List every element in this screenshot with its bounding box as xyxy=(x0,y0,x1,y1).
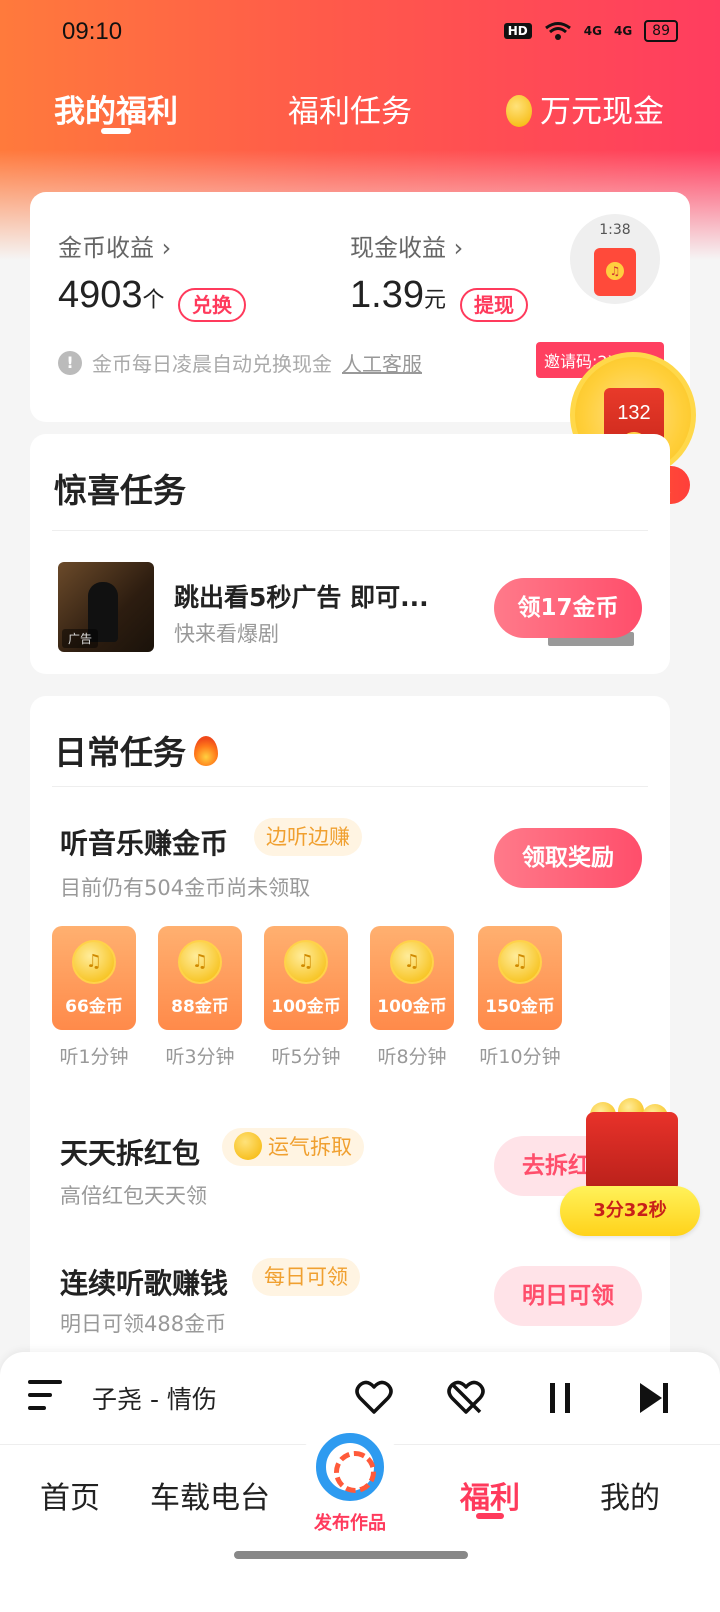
next-icon[interactable] xyxy=(632,1376,676,1420)
wifi-icon xyxy=(544,22,571,40)
reward-amount: 100金币 xyxy=(271,997,341,1017)
reward-tile-2[interactable]: ♫ 88金币 xyxy=(158,926,242,1030)
customer-service-link[interactable]: 人工客服 xyxy=(342,348,422,377)
redpack-task-tag: 运气拆取 xyxy=(222,1128,364,1166)
status-icons: HD 4G 4G 89 xyxy=(503,20,678,42)
nav-home[interactable]: 首页 xyxy=(40,1473,100,1517)
daily-tasks-card: 日常任务 听音乐赚金币 边听边赚 目前仍有504金币尚未领取 领取奖励 ♫ 66金… xyxy=(30,696,670,1376)
reward-tile-4[interactable]: ♫ 100金币 xyxy=(370,926,454,1030)
treasure-chest[interactable]: 3分32秒 xyxy=(560,1098,700,1240)
reward-amount: 150金币 xyxy=(485,997,555,1017)
nav-welfare[interactable]: 福利 xyxy=(460,1473,520,1517)
divider xyxy=(52,530,648,531)
withdraw-button[interactable]: 提现 xyxy=(460,288,528,322)
nav-active-indicator xyxy=(476,1513,504,1519)
reward-amount: 100金币 xyxy=(377,997,447,1017)
tomorrow-claim-button[interactable]: 明日可领 xyxy=(494,1266,642,1326)
reward-time: 听1分钟 xyxy=(59,1046,129,1068)
chest-icon xyxy=(586,1112,678,1192)
surprise-tasks-card: 惊喜任务 广告 跳出看5秒广告 即可... 快来看爆剧 领17金币 xyxy=(30,434,670,674)
home-indicator[interactable] xyxy=(234,1551,468,1559)
publish-label: 发布作品 xyxy=(314,1513,386,1534)
reward-tile-1[interactable]: ♫ 66金币 xyxy=(52,926,136,1030)
exchange-note: ! 金币每日凌晨自动兑换现金 人工客服 xyxy=(58,348,422,377)
bottom-nav: 首页 车载电台 发布作品 福利 我的 xyxy=(0,1427,720,1612)
tab-active-indicator xyxy=(101,128,131,134)
status-bar: 09:10 HD 4G 4G 89 xyxy=(0,0,720,64)
claim-17-coins-button[interactable]: 领17金币 xyxy=(494,578,642,638)
redpack-tag-text: 运气拆取 xyxy=(268,1135,352,1159)
cash-earnings-link[interactable]: 现金收益 › xyxy=(350,228,463,263)
nav-mine[interactable]: 我的 xyxy=(600,1473,660,1517)
tab-cash[interactable]: 万元现金 xyxy=(506,86,664,131)
exchange-button[interactable]: 兑换 xyxy=(178,288,246,322)
reward-tile-3[interactable]: ♫ 100金币 xyxy=(264,926,348,1030)
info-icon: ! xyxy=(58,350,82,375)
redpack-task-sub: 高倍红包天天领 xyxy=(60,1184,207,1208)
music-task-tag: 边听边赚 xyxy=(254,818,362,856)
lifebuoy-icon xyxy=(316,1433,384,1501)
cash-earnings-value: 1.39元 xyxy=(350,274,446,317)
reward-amount: 66金币 xyxy=(65,997,123,1017)
music-coin-icon: ♫ xyxy=(72,940,116,984)
red-packet-count: 132 xyxy=(617,402,651,424)
ad-tag: 广告 xyxy=(62,629,99,648)
coin-value: 4903 xyxy=(58,274,143,316)
ad-task-title: 跳出看5秒广告 即可... xyxy=(174,583,429,612)
reward-time: 听3分钟 xyxy=(165,1046,235,1068)
hd-icon: HD xyxy=(503,23,532,39)
playlist-icon[interactable] xyxy=(28,1380,66,1414)
daily-title: 日常任务 xyxy=(54,726,218,774)
streak-task-tag: 每日可领 xyxy=(252,1258,360,1296)
signal-icon-2: 4G xyxy=(613,24,633,38)
note-text: 金币每日凌晨自动兑换现金 xyxy=(92,352,332,376)
reward-time: 听8分钟 xyxy=(377,1046,447,1068)
coin-icon xyxy=(506,94,532,127)
claim-reward-button[interactable]: 领取奖励 xyxy=(494,828,642,888)
status-time: 09:10 xyxy=(62,18,123,45)
cash-unit: 元 xyxy=(423,287,446,312)
cash-value: 1.39 xyxy=(350,274,424,316)
song-title[interactable]: 子尧 - 情伤 xyxy=(92,1380,217,1416)
daily-title-text: 日常任务 xyxy=(54,733,186,772)
pause-icon[interactable] xyxy=(538,1376,582,1420)
publish-button[interactable]: 发布作品 xyxy=(286,1427,414,1555)
reward-time: 听10分钟 xyxy=(479,1046,561,1068)
timer-text: 1:38 xyxy=(599,222,631,238)
tab-cash-label: 万元现金 xyxy=(540,94,664,130)
divider xyxy=(52,786,648,787)
red-envelope-icon xyxy=(594,248,636,296)
dislike-icon[interactable] xyxy=(444,1376,488,1420)
chest-timer: 3分32秒 xyxy=(560,1186,700,1236)
ad-task-sub: 快来看爆剧 xyxy=(174,622,279,646)
music-task-title: 听音乐赚金币 xyxy=(60,827,229,860)
redpack-task-title: 天天拆红包 xyxy=(60,1137,201,1170)
signal-icon: 4G xyxy=(583,24,602,38)
tab-my-welfare[interactable]: 我的福利 xyxy=(54,86,178,131)
music-task-sub: 目前仍有504金币尚未领取 xyxy=(60,876,311,900)
streak-task-sub: 明日可领488金币 xyxy=(60,1312,227,1336)
music-coin-icon: ♫ xyxy=(284,940,328,984)
ad-thumbnail[interactable]: 广告 xyxy=(58,562,154,652)
reward-amount: 88金币 xyxy=(171,997,229,1017)
coin-icon xyxy=(234,1132,262,1160)
surprise-title: 惊喜任务 xyxy=(54,471,186,510)
reward-tile-5[interactable]: ♫ 150金币 xyxy=(478,926,562,1030)
reward-time: 听5分钟 xyxy=(271,1046,341,1068)
flame-icon xyxy=(194,735,218,766)
coin-earnings-value: 4903个 xyxy=(58,274,165,317)
coin-unit: 个 xyxy=(142,287,165,312)
heart-icon[interactable] xyxy=(352,1376,396,1420)
music-coin-icon: ♫ xyxy=(178,940,222,984)
music-coin-icon: ♫ xyxy=(498,940,542,984)
tab-welfare-tasks[interactable]: 福利任务 xyxy=(288,86,412,131)
music-coin-icon: ♫ xyxy=(390,940,434,984)
timer-bubble[interactable]: 1:38 xyxy=(570,214,660,304)
streak-task-title: 连续听歌赚钱 xyxy=(60,1267,229,1300)
battery-icon: 89 xyxy=(644,20,678,42)
nav-car-radio[interactable]: 车载电台 xyxy=(150,1473,270,1517)
coin-earnings-link[interactable]: 金币收益 › xyxy=(58,228,171,263)
